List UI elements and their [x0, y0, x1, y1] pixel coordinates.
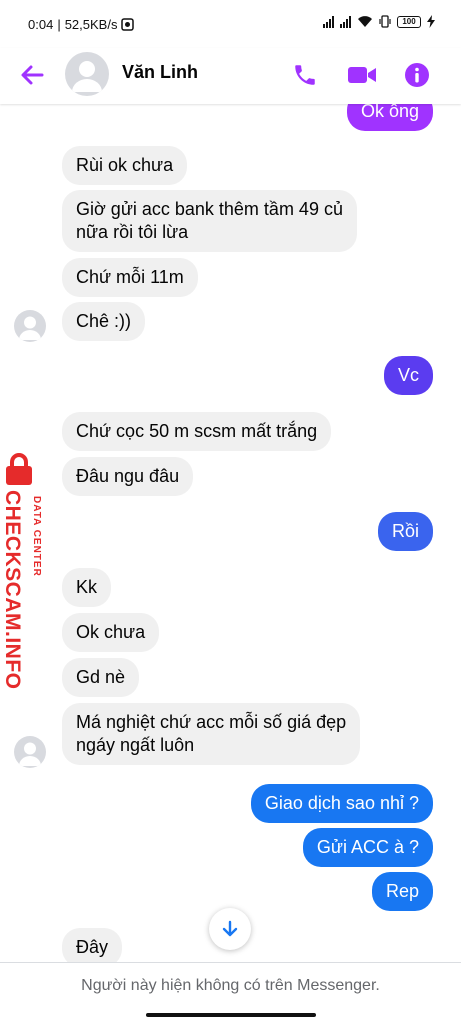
incoming-message[interactable]: Má nghiệt chứ acc mỗi số giá đẹp ngáy ng… [62, 703, 361, 765]
sender-avatar[interactable] [14, 310, 46, 342]
outgoing-message[interactable]: Rep [371, 872, 433, 911]
incoming-message[interactable]: Giờ gửi acc bank thêm tầm 49 củ nữa rồi … [62, 190, 357, 252]
incoming-message[interactable]: Chứ cọc 50 m scsm mất trắng [62, 412, 332, 451]
outgoing-message[interactable]: Ok ông [346, 104, 433, 131]
default-avatar-icon [72, 61, 102, 92]
chat-header: Văn Linh [0, 48, 461, 104]
video-camera-icon [348, 67, 376, 83]
incoming-message[interactable]: Đây [62, 928, 123, 962]
signal-icon [323, 15, 334, 28]
sender-avatar[interactable] [14, 736, 46, 768]
unavailable-notice: Người này hiện không có trên Messenger. [81, 977, 380, 994]
incoming-message[interactable]: Ok chưa [62, 613, 160, 652]
status-time: 0:04 [28, 17, 54, 32]
outgoing-message[interactable]: Vc [383, 356, 433, 395]
alarm-icon [121, 18, 135, 31]
incoming-message[interactable]: Chê :)) [62, 302, 146, 341]
status-right: 100 [323, 15, 435, 28]
signal-icon [340, 15, 351, 28]
voice-call-button[interactable] [288, 58, 322, 92]
arrow-left-icon [21, 65, 44, 85]
status-bar: 0:04 | 52,5KB/s 100 [0, 0, 461, 48]
arrow-down-icon [222, 920, 238, 937]
checkscam-watermark: CHECKSCAM.INFO DATA CENTER [1, 452, 50, 690]
default-avatar-icon [19, 742, 41, 766]
back-button[interactable] [18, 60, 48, 90]
vibrate-icon [379, 15, 391, 28]
watermark-tagline: DATA CENTER [31, 496, 42, 577]
scroll-to-bottom-button[interactable] [209, 908, 251, 950]
message-thread[interactable]: Ok ông Rùi ok chưa Giờ gửi acc bank thêm… [0, 104, 461, 962]
home-indicator[interactable] [146, 1013, 316, 1017]
contact-name[interactable]: Văn Linh [122, 62, 198, 83]
chat-footer: Người này hiện không có trên Messenger. [0, 962, 461, 1024]
incoming-message[interactable]: Rùi ok chưa [62, 146, 188, 185]
status-left: 0:04 | 52,5KB/s [28, 17, 135, 32]
incoming-message[interactable]: Kk [62, 568, 112, 607]
video-call-button[interactable] [345, 58, 379, 92]
battery-icon: 100 [397, 15, 421, 28]
network-speed: 52,5KB/s [64, 17, 118, 32]
padlock-icon [6, 453, 32, 485]
info-icon [405, 63, 429, 87]
wifi-icon [358, 16, 372, 27]
outgoing-message[interactable]: Gửi ACC à ? [302, 828, 433, 867]
outgoing-message[interactable]: Giao dịch sao nhỉ ? [250, 784, 433, 823]
watermark-brand: CHECKSCAM.INFO [1, 490, 24, 690]
phone-icon [295, 65, 315, 85]
contact-avatar[interactable] [65, 52, 109, 96]
outgoing-message[interactable]: Rồi [377, 512, 433, 551]
incoming-message[interactable]: Đâu ngu đâu [62, 457, 194, 496]
incoming-message[interactable]: Chứ mỗi 11m [62, 258, 198, 297]
default-avatar-icon [19, 316, 41, 340]
incoming-message[interactable]: Gd nè [62, 658, 140, 697]
charging-icon [427, 15, 435, 28]
conversation-info-button[interactable] [400, 58, 434, 92]
